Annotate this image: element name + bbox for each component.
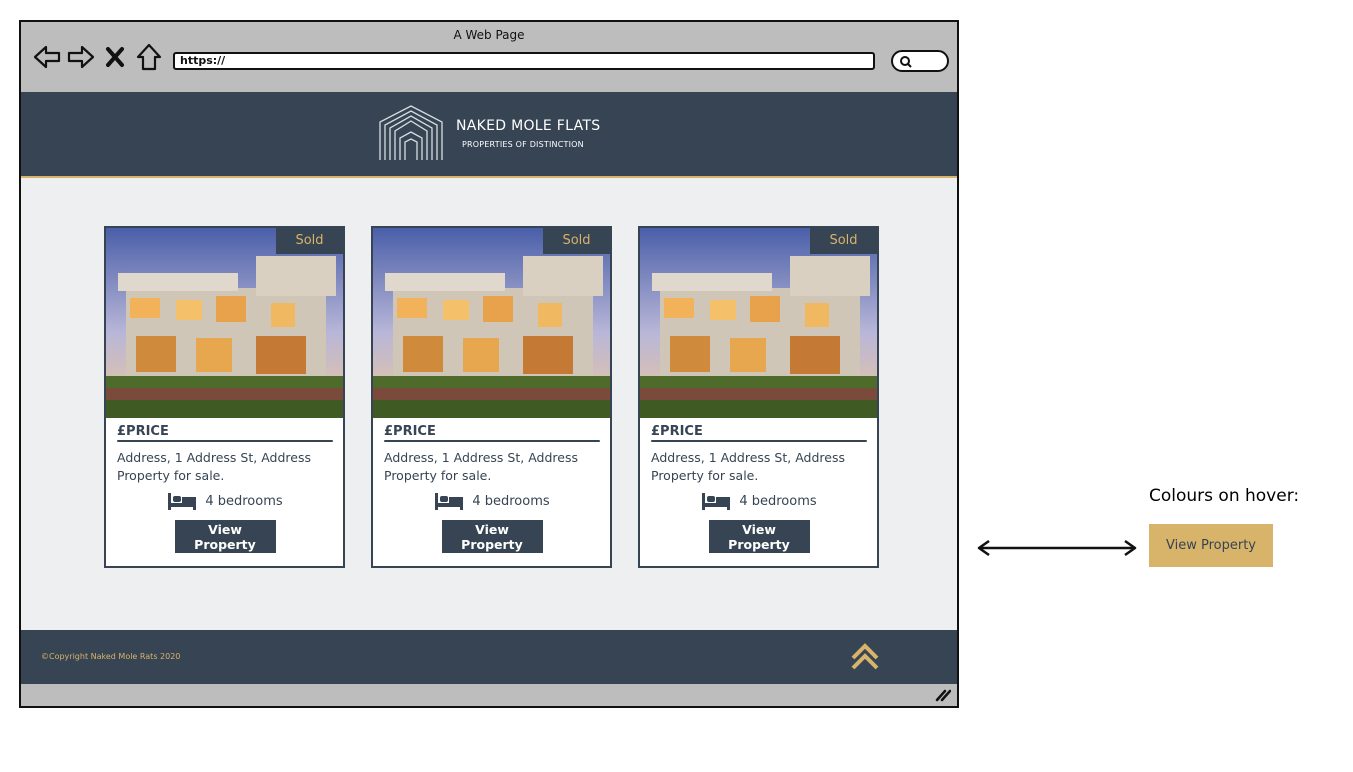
- logo-icon: [379, 105, 443, 160]
- bed-icon: [435, 493, 464, 510]
- sold-badge: Sold: [810, 228, 877, 254]
- page-viewport: NAKED MOLE FLATS PROPERTIES OF DISTINCTI…: [21, 92, 957, 684]
- bedrooms-count: 4 bedrooms: [472, 493, 550, 509]
- property-card: Sold £PRICE Address, 1 Address St, Addre…: [104, 226, 345, 568]
- bed-icon: [168, 493, 197, 510]
- back-arrow-icon[interactable]: [33, 43, 61, 71]
- search-icon: [900, 56, 912, 68]
- price: £PRICE: [651, 424, 703, 439]
- forward-arrow-icon[interactable]: [67, 43, 95, 71]
- browser-nav: [33, 42, 163, 72]
- property-image: [373, 228, 610, 418]
- site-footer: ©Copyright Naked Mole Rats 2020: [21, 630, 957, 684]
- home-icon[interactable]: [135, 43, 163, 71]
- address: Address, 1 Address St, Address Property …: [117, 450, 311, 483]
- browser-window: A Web Page https:// NAKED MOLE FLATS PRO…: [19, 20, 959, 708]
- hover-annotation-label: Colours on hover:: [1149, 486, 1300, 506]
- property-image: [640, 228, 877, 418]
- price-divider: [651, 440, 867, 442]
- property-cards: Sold £PRICE Address, 1 Address St, Addre…: [104, 226, 879, 568]
- price: £PRICE: [384, 424, 436, 439]
- address: Address, 1 Address St, Address Property …: [384, 450, 578, 483]
- sold-badge: Sold: [276, 228, 343, 254]
- price-divider: [117, 440, 333, 442]
- view-property-button[interactable]: View Property: [174, 520, 276, 553]
- sold-badge: Sold: [543, 228, 610, 254]
- view-property-button[interactable]: View Property: [708, 520, 810, 553]
- double-arrow-icon: [977, 539, 1137, 557]
- property-card: Sold £PRICE Address, 1 Address St, Addre…: [638, 226, 879, 568]
- browser-search-field[interactable]: [891, 50, 949, 72]
- bed-icon: [702, 493, 731, 510]
- url-input[interactable]: https://: [173, 52, 875, 70]
- view-property-button-hover[interactable]: View Property: [1149, 524, 1273, 567]
- price: £PRICE: [117, 424, 169, 439]
- bedrooms-count: 4 bedrooms: [205, 493, 283, 509]
- property-image: [106, 228, 343, 418]
- back-to-top-icon[interactable]: [849, 640, 881, 672]
- site-header: NAKED MOLE FLATS PROPERTIES OF DISTINCTI…: [21, 92, 957, 178]
- brand[interactable]: NAKED MOLE FLATS PROPERTIES OF DISTINCTI…: [378, 104, 600, 162]
- address: Address, 1 Address St, Address Property …: [651, 450, 845, 483]
- resize-handle-icon[interactable]: [935, 688, 951, 702]
- copyright-text: ©Copyright Naked Mole Rats 2020: [41, 652, 181, 661]
- brand-title: NAKED MOLE FLATS: [456, 117, 601, 134]
- brand-subtitle: PROPERTIES OF DISTINCTION: [462, 139, 584, 149]
- view-property-button[interactable]: View Property: [441, 520, 543, 553]
- browser-title: A Web Page: [453, 28, 525, 42]
- close-icon[interactable]: [101, 43, 129, 71]
- property-card: Sold £PRICE Address, 1 Address St, Addre…: [371, 226, 612, 568]
- bedrooms-count: 4 bedrooms: [739, 493, 817, 509]
- price-divider: [384, 440, 600, 442]
